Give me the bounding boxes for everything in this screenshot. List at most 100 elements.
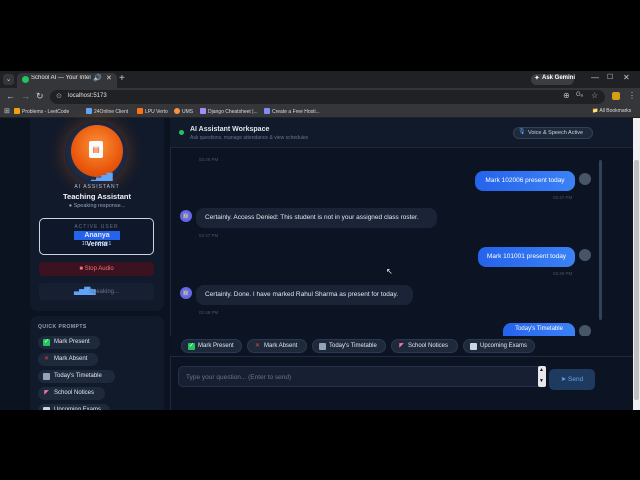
bookmark-label: LPU Verto [145,109,168,115]
message-timestamp: 02:47 PM [199,233,219,238]
hosting-icon [264,108,270,114]
chip-notices[interactable]: ◤ School Notices [391,339,458,353]
chip-exams[interactable]: Upcoming Exams [463,339,535,353]
user-avatar [579,249,591,261]
tab-search-icon[interactable]: ⌄ [3,74,14,85]
window-close-icon[interactable]: ✕ [623,73,630,82]
django-icon [200,108,206,114]
bookmark-24online[interactable]: 24Online Client [86,108,128,115]
bookmark-label: UMS [182,109,194,115]
chip-mark-present[interactable]: ✓ Mark Present [181,339,242,353]
user-message: Today's Timetable [503,323,575,336]
assistant-status: ● Speaking response... [68,203,126,209]
bookmark-django[interactable]: Django Cheatsheet |... [200,108,258,115]
chip-label: School Notices [408,343,449,349]
tab-favicon-icon [22,76,29,83]
message-timestamp: 02:47 PM [553,195,573,200]
screen-letterbox-bottom [0,410,640,480]
lpu-icon [137,108,143,114]
cross-icon: ✕ [254,343,261,349]
browser-menu-icon[interactable]: ⋮ [628,91,636,100]
user-message: Mark 102006 present today [475,171,575,191]
stepper-up-icon[interactable]: ▲ [539,367,544,373]
message-timestamp: 02:46 PM [199,157,219,162]
tab-close-icon[interactable]: ✕ [106,74,112,82]
forward-arrow-icon[interactable]: → [21,91,30,101]
quick-prompt-label: Today's Timetable [54,373,102,379]
send-button[interactable]: ➤ Send [549,369,595,390]
assistant-name: Teaching Assistant [63,192,131,201]
megaphone-icon: ◤ [44,390,49,396]
ai-message: Certainly. Access Denied: This student i… [196,208,437,228]
ai-avatar-icon: 🤖 [180,210,192,222]
stop-audio-button[interactable]: ■ Stop Audio [39,262,154,276]
quick-prompt-notices[interactable]: ◤ School Notices [38,387,105,400]
chip-mark-absent[interactable]: ✕ Mark Absent [247,339,307,353]
ums-icon [174,108,180,114]
quick-prompt-mark-absent[interactable]: ✕ Mark Absent [38,353,98,366]
send-label: Send [568,376,584,383]
translate-icon[interactable]: Gₐ [576,92,583,98]
tab-title: School AI — Your Intelligen [31,75,91,81]
active-user-name: Ananya Verma [74,231,120,248]
assistant-role: AI ASSISTANT [74,184,120,190]
audio-bars-icon: ▁▃▅▇ [91,172,113,181]
quick-prompt-label: School Notices [54,390,95,396]
message-timestamp: 02:48 PM [199,310,219,315]
ai-avatar-icon: 🤖 [180,287,192,299]
bookmark-hosting[interactable]: Create a Free Hosti... [264,108,320,115]
site-info-icon[interactable]: ⊙ [56,92,62,100]
online-status-dot [179,130,184,135]
chip-label: Today's Timetable [329,343,377,349]
message-timestamp: 02:48 PM [553,271,573,276]
back-arrow-icon[interactable]: ← [6,91,15,101]
quick-prompt-label: Mark Present [54,339,90,345]
zoom-icon[interactable]: ⊕ [563,91,570,100]
chat-scrollbar[interactable] [599,160,602,320]
active-user-id: ID: 50001 [81,241,112,247]
calendar-icon [319,343,326,350]
apps-grid-icon[interactable]: ⊞ [4,107,10,115]
bookmark-ums[interactable]: UMS [174,108,193,115]
bookmark-label: Problems - LeetCode [22,109,70,115]
stop-audio-label: Stop Audio [84,266,114,272]
tab-audio-icon[interactable]: 🔊 [93,74,102,82]
quick-prompt-label: Mark Absent [54,356,88,362]
workspace-title: AI Assistant Workspace [190,126,270,133]
checkbox-icon: ✓ [188,343,195,350]
bookmark-label: Create a Free Hosti... [272,109,320,115]
bookmark-star-icon[interactable]: ☆ [591,91,598,100]
chip-label: Upcoming Exams [480,343,528,349]
extension-icon[interactable] [612,92,620,100]
quick-prompt-timetable[interactable]: Today's Timetable [38,370,115,383]
question-input[interactable] [186,371,531,383]
bookmark-leetcode[interactable]: Problems - LeetCode [14,108,69,115]
bookmark-label: Django Cheatsheet |... [208,109,258,115]
assistant-status-text: Speaking response... [73,203,126,209]
checkbox-icon: ✓ [43,339,50,346]
window-minimize-icon[interactable]: — [591,73,599,82]
active-user-label: ACTIVE USER [74,224,119,230]
address-bar[interactable] [50,90,605,104]
all-bookmarks-label: All Bookmarks [599,108,632,114]
question-input-wrapper [178,366,542,387]
cloud-icon [86,108,92,114]
stepper-down-icon[interactable]: ▼ [539,378,544,384]
quick-prompt-mark-present[interactable]: ✓ Mark Present [38,336,100,349]
user-message: Mark 101001 present today [478,247,575,267]
all-bookmarks[interactable]: 📁 All Bookmarks [592,108,631,114]
window-maximize-icon[interactable]: ☐ [607,73,613,81]
new-tab-button[interactable]: + [119,73,125,84]
address-url[interactable]: localhost:5173 [68,93,107,99]
page-scrollbar-thumb[interactable] [634,160,639,400]
workspace-subtitle: Ask questions, manage attendance & view … [190,135,309,141]
megaphone-icon: ◤ [399,343,404,349]
bookmark-label: 24Online Client [94,109,129,115]
chip-label: Mark Absent [264,343,298,349]
quick-prompts-title: QUICK PROMPTS [38,324,87,330]
bookmark-lpu-verto[interactable]: LPU Verto [137,108,168,115]
leetcode-icon [14,108,20,114]
chip-timetable[interactable]: Today's Timetable [312,339,386,353]
cross-icon: ✕ [43,356,50,362]
reload-icon[interactable]: ↻ [36,91,44,102]
